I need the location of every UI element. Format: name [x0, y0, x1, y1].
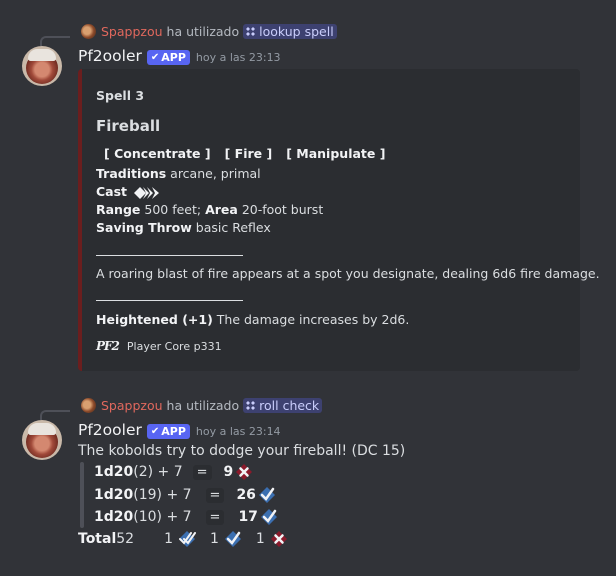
reply-username[interactable]: Spappzou	[101, 24, 163, 39]
divider	[96, 300, 243, 301]
success-icon	[258, 487, 275, 503]
roll-result: 26	[236, 487, 256, 503]
spell-description: A roaring blast of fire appears at a spo…	[96, 266, 600, 281]
bot-username[interactable]: Pf2ooler	[78, 421, 142, 439]
spell-embed: Spell 3 Fireball [ Concentrate ] [ Fire …	[78, 69, 600, 371]
total-line: Total 52 1 1 1	[78, 530, 288, 548]
reply-connector	[40, 410, 70, 420]
reply-context: Spappzou ha utilizado roll check	[81, 398, 323, 413]
embed-footer: PF2 Player Core p331	[96, 339, 222, 353]
success-icon	[260, 509, 277, 525]
bot-avatar[interactable]	[22, 46, 62, 86]
pathfinder-logo: PF2	[96, 339, 120, 353]
app-badge: ✔ APP	[146, 424, 190, 439]
command-mention[interactable]: roll check	[243, 398, 323, 413]
total-value: 52	[116, 531, 135, 547]
trait: [ Concentrate ]	[104, 146, 211, 161]
spell-name: Fireball	[96, 117, 161, 135]
cast-line: Cast	[96, 184, 163, 200]
bot-avatar[interactable]	[22, 420, 62, 460]
total-label: Total	[78, 531, 117, 547]
tally-count: 1	[164, 531, 173, 547]
bot-username[interactable]: Pf2ooler	[78, 47, 142, 65]
timestamp[interactable]: hoy a las 23:14	[196, 425, 281, 438]
message-header: Pf2ooler ✔ APP hoy a las 23:14	[78, 421, 281, 440]
equals-code: =	[205, 487, 225, 503]
spell-level: Spell 3	[96, 88, 145, 103]
roll-line: 1d20 (10) + 7 = 17	[94, 508, 278, 526]
app-badge: ✔ APP	[146, 50, 190, 65]
range-line: Range 500 feet; Area 20-foot burst	[96, 202, 324, 217]
timestamp[interactable]: hoy a las 23:13	[196, 51, 281, 64]
command-icon	[246, 401, 256, 410]
divider	[96, 255, 243, 256]
roll-result: 17	[238, 509, 258, 525]
tally-count: 1	[210, 531, 219, 547]
quote-bar	[80, 462, 84, 528]
two-actions-icon	[134, 186, 160, 199]
reply-connector	[40, 36, 70, 46]
roll-line: 1d20 (2) + 7 = 9	[94, 463, 253, 481]
reply-avatar[interactable]	[81, 24, 96, 39]
command-icon	[246, 27, 256, 36]
failure-icon	[270, 531, 287, 547]
traditions-line: Traditions arcane, primal	[96, 166, 261, 181]
equals-code: =	[205, 509, 225, 525]
success-icon	[224, 531, 241, 547]
message-header: Pf2ooler ✔ APP hoy a las 23:13	[78, 47, 281, 66]
message-text: The kobolds try to dodge your fireball! …	[78, 443, 406, 459]
reply-context: Spappzou ha utilizado lookup spell	[81, 24, 337, 39]
tally-count: 1	[255, 531, 265, 547]
reply-username[interactable]: Spappzou	[101, 398, 163, 413]
equals-code: =	[192, 464, 212, 480]
check-icon: ✔	[150, 426, 160, 437]
reply-verb: ha utilizado	[166, 24, 240, 39]
saving-throw-line: Saving Throw basic Reflex	[96, 220, 271, 235]
command-mention[interactable]: lookup spell	[243, 24, 337, 39]
source-reference: Player Core p331	[126, 339, 222, 353]
trait: [ Fire ]	[224, 146, 273, 161]
reply-avatar[interactable]	[81, 398, 96, 413]
trait: [ Manipulate ]	[286, 146, 386, 161]
critical-success-icon	[179, 531, 196, 547]
roll-result: 9	[223, 464, 234, 480]
heightened-line: Heightened (+1) The damage increases by …	[96, 312, 410, 327]
check-icon: ✔	[150, 52, 160, 63]
spell-traits: [ Concentrate ] [ Fire ] [ Manipulate ]	[104, 146, 385, 161]
reply-verb: ha utilizado	[166, 398, 240, 413]
roll-line: 1d20 (19) + 7 = 26	[94, 486, 276, 504]
failure-icon	[236, 464, 253, 480]
